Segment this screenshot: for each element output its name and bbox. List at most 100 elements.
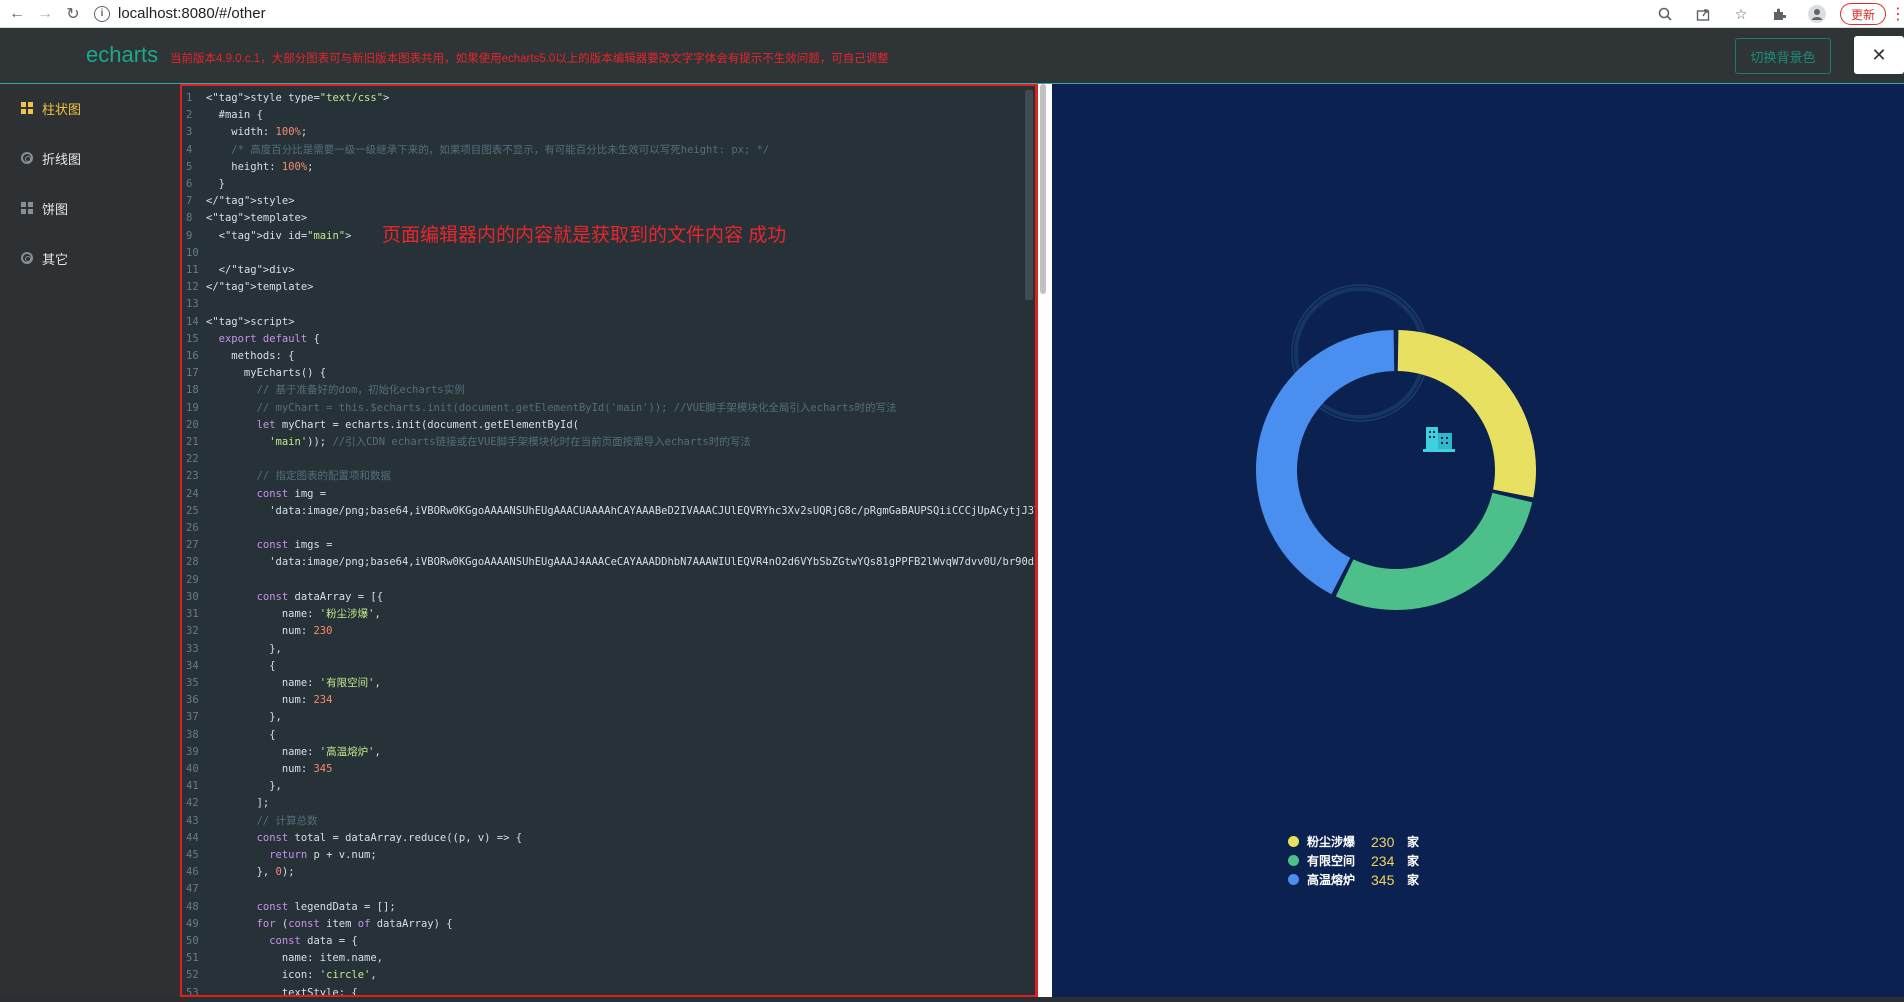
line-number: 37 — [186, 711, 199, 724]
site-info-icon[interactable]: i — [94, 5, 110, 22]
code-line[interactable]: 37 }, — [186, 709, 1035, 726]
code-line[interactable]: 32 num: 230 — [186, 623, 1035, 640]
code-text: methods: { — [206, 350, 295, 363]
code-text: }, 0); — [206, 866, 295, 879]
bookmark-star-icon[interactable]: ☆ — [1728, 2, 1754, 26]
code-line[interactable]: 5 height: 100%; — [186, 159, 1035, 176]
editor-scrollbar[interactable] — [1025, 90, 1033, 300]
sidebar-item-line-chart[interactable]: 折线图 — [20, 148, 81, 168]
legend-item[interactable]: 有限空间 234 家 — [1288, 851, 1419, 870]
page-scrollbar[interactable] — [1040, 84, 1046, 294]
code-line[interactable]: 28 'data:image/png;base64,iVBORw0KGgoAAA… — [186, 554, 1035, 571]
legend-name: 高温熔炉 — [1307, 873, 1356, 887]
code-line[interactable]: 2 #main { — [186, 107, 1035, 124]
code-line[interactable]: 18 // 基于准备好的dom，初始化echarts实例 — [186, 382, 1035, 399]
line-number: 24 — [186, 487, 199, 500]
code-line[interactable]: 49 for (const item of dataArray) { — [186, 916, 1035, 933]
sidebar-item-pie-chart[interactable]: 饼图 — [20, 198, 68, 218]
code-line[interactable]: 31 name: '粉尘涉爆', — [186, 606, 1035, 623]
code-line[interactable]: 27 const imgs = — [186, 537, 1035, 554]
code-line[interactable]: 22 — [186, 451, 1035, 468]
code-line[interactable]: 12 </"tag">template> — [186, 279, 1035, 296]
code-text: ]; — [206, 797, 270, 810]
profile-avatar-icon[interactable] — [1804, 2, 1830, 26]
more-menu-icon[interactable]: ⋮ — [1890, 4, 1904, 24]
sidebar-item-bar-chart[interactable]: 柱状图 — [20, 98, 81, 118]
update-button[interactable]: 更新 — [1839, 3, 1886, 25]
code-line[interactable]: 50 const data = { — [186, 933, 1035, 950]
code-line[interactable]: 1 <"tag">style type="text/css"> — [186, 90, 1035, 107]
code-line[interactable]: 29 — [186, 572, 1035, 589]
switch-background-button[interactable]: 切换背景色 — [1735, 38, 1831, 74]
reload-icon[interactable]: ↻ — [62, 3, 84, 25]
code-line[interactable]: 10 — [186, 245, 1035, 262]
donut-slice[interactable] — [1397, 330, 1536, 498]
line-number: 48 — [186, 900, 199, 913]
code-line[interactable]: 30 const dataArray = [{ — [186, 589, 1035, 606]
address-bar[interactable]: i localhost:8080/#/other — [94, 2, 1634, 26]
line-number: 21 — [186, 436, 199, 449]
code-line[interactable]: 45 return p + v.num; — [186, 847, 1035, 864]
code-line[interactable]: 26 — [186, 520, 1035, 537]
code-line[interactable]: 52 icon: 'circle', — [186, 967, 1035, 984]
code-line[interactable]: 51 name: item.name, — [186, 950, 1035, 967]
line-number: 34 — [186, 659, 199, 672]
close-button[interactable]: ✕ — [1854, 36, 1904, 74]
forward-arrow-icon[interactable]: → — [34, 3, 56, 25]
line-number: 4 — [186, 143, 193, 156]
code-line[interactable]: 13 — [186, 296, 1035, 313]
line-number: 9 — [186, 229, 193, 242]
code-line[interactable]: 47 — [186, 881, 1035, 898]
code-text: }, — [206, 780, 282, 793]
code-line[interactable]: 33 }, — [186, 641, 1035, 658]
code-line[interactable]: 7 </"tag">style> — [186, 193, 1035, 210]
code-text: { — [206, 659, 276, 672]
code-line[interactable]: 14 <"tag">script> — [186, 314, 1035, 331]
code-line[interactable]: 36 num: 234 — [186, 692, 1035, 709]
editor-annotation: 页面编辑器内的内容就是获取到的文件内容 成功 — [382, 225, 787, 246]
legend-unit: 家 — [1407, 854, 1420, 868]
legend-item[interactable]: 粉尘涉爆 230 家 — [1288, 832, 1419, 851]
code-line[interactable]: 38 { — [186, 727, 1035, 744]
code-line[interactable]: 43 // 计算总数 — [186, 813, 1035, 830]
code-line[interactable]: 6 } — [186, 176, 1035, 193]
code-text: name: '粉尘涉爆', — [206, 608, 381, 621]
code-line[interactable]: 39 name: '高温熔炉', — [186, 744, 1035, 761]
code-line[interactable]: 46 }, 0); — [186, 864, 1035, 881]
code-line[interactable]: 41 }, — [186, 778, 1035, 795]
donut-slice[interactable] — [1256, 330, 1395, 595]
back-arrow-icon[interactable]: ← — [6, 3, 28, 25]
code-line[interactable]: 48 const legendData = []; — [186, 899, 1035, 916]
line-number: 42 — [186, 797, 199, 810]
code-text: // myChart = this.$echarts.init(document… — [206, 401, 897, 414]
code-line[interactable]: 25 'data:image/png;base64,iVBORw0KGgoAAA… — [186, 503, 1035, 520]
app-header: echarts 当前版本4.9.0.c.1，大部分图表可与新旧版本图表共用，如果… — [0, 28, 1904, 84]
extensions-icon[interactable] — [1766, 2, 1792, 26]
code-line[interactable]: 24 const img = — [186, 486, 1035, 503]
code-line[interactable]: 35 name: '有限空间', — [186, 675, 1035, 692]
code-line[interactable]: 34 { — [186, 658, 1035, 675]
code-line[interactable]: 4 /* 高度百分比是需要一级一级继承下来的，如果项目图表不显示，有可能百分比未… — [186, 142, 1035, 159]
code-line[interactable]: 16 methods: { — [186, 348, 1035, 365]
code-line[interactable]: 40 num: 345 — [186, 761, 1035, 778]
code-line[interactable]: 20 let myChart = echarts.init(document.g… — [186, 417, 1035, 434]
code-editor[interactable]: 1 <"tag">style type="text/css"> 2 #main {3… — [180, 84, 1038, 997]
code-line[interactable]: 42 ]; — [186, 795, 1035, 812]
share-icon[interactable] — [1690, 2, 1716, 26]
code-line[interactable]: 17 myEcharts() { — [186, 365, 1035, 382]
code-line[interactable]: 19 // myChart = this.$echarts.init(docum… — [186, 400, 1035, 417]
code-line[interactable]: 15 export default { — [186, 331, 1035, 348]
code-line[interactable]: 3 width: 100%; — [186, 124, 1035, 141]
code-line[interactable]: 21 'main')); //引入CDN echarts链接或在VUE脚手架模块… — [186, 434, 1035, 451]
legend-item[interactable]: 高温熔炉 345 家 — [1288, 870, 1419, 889]
line-number: 6 — [186, 178, 193, 191]
code-line[interactable]: 44 const total = dataArray.reduce((p, v)… — [186, 830, 1035, 847]
donut-slice[interactable] — [1335, 492, 1533, 610]
code-line[interactable]: 23 // 指定图表的配置项和数据 — [186, 468, 1035, 485]
code-line[interactable]: 11 </"tag">div> — [186, 262, 1035, 279]
zoom-icon[interactable] — [1652, 2, 1678, 26]
code-line[interactable]: 53 textStyle: { — [186, 985, 1035, 995]
building-icon — [1423, 427, 1455, 452]
line-number: 44 — [186, 831, 199, 844]
sidebar-item-other[interactable]: 其它 — [20, 248, 68, 268]
